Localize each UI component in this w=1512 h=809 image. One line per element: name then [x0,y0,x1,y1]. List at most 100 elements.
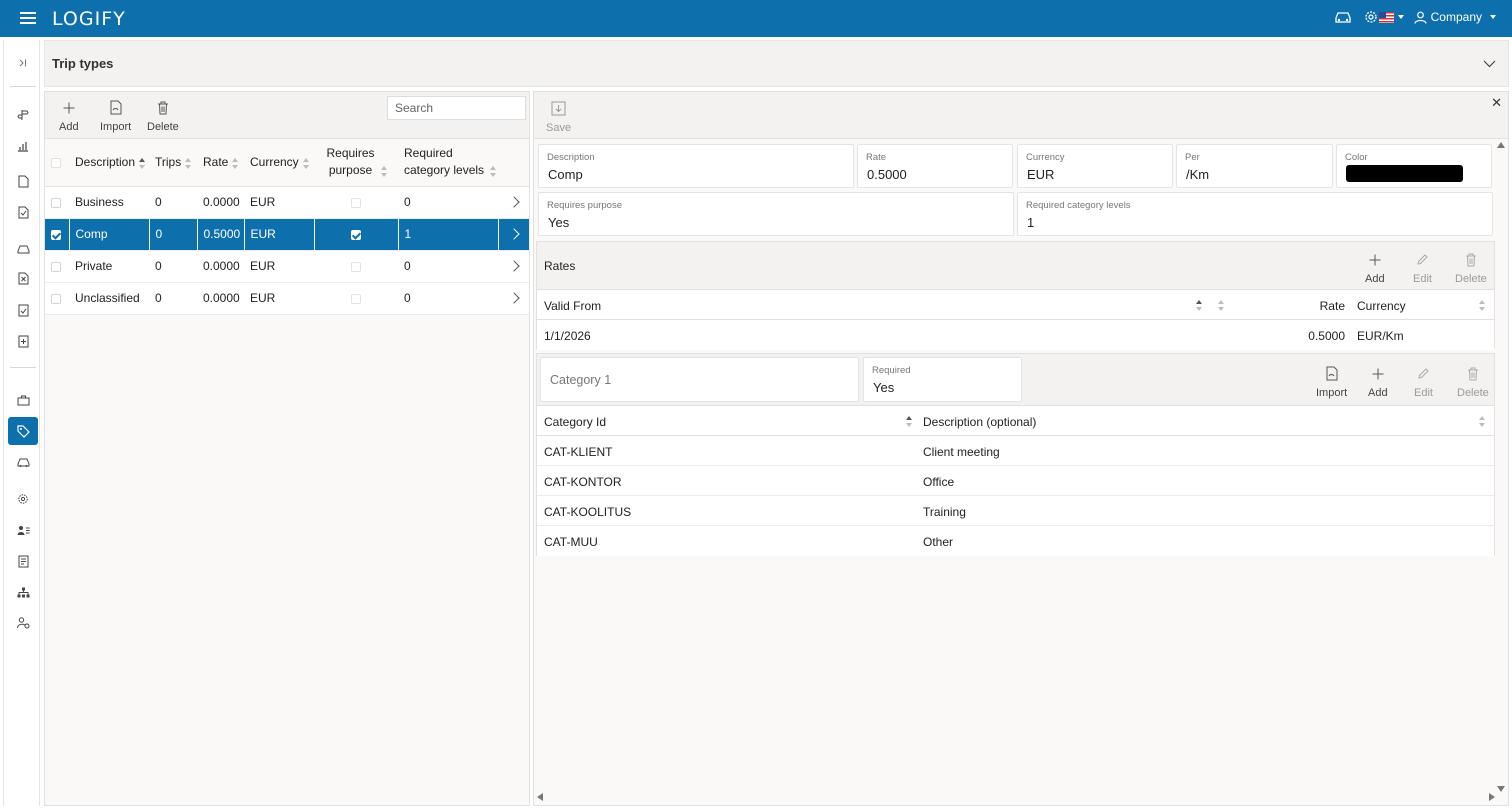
row-checkbox[interactable] [45,218,70,250]
sidebar-document-x-icon[interactable] [8,264,38,292]
column-header-trips[interactable]: Trips [149,139,197,186]
sort-icon[interactable] [1196,300,1203,311]
sidebar-invoice-icon[interactable] [8,547,38,575]
car-icon[interactable] [1333,9,1353,25]
row-rate: 0.0000 [203,195,240,209]
table-row[interactable]: CAT-MUU Other [537,526,1494,556]
horizontal-scrollbar[interactable] [537,792,1495,802]
scroll-right-icon [1489,793,1495,801]
chevron-down-icon[interactable] [1483,57,1496,71]
currency-field[interactable]: Currency EUR [1017,144,1173,188]
save-button[interactable]: Save [546,99,571,134]
add-button[interactable]: Add [59,98,79,133]
sidebar-document-check-icon[interactable] [8,198,38,226]
category-description: Office [923,475,955,489]
column-header-currency[interactable]: Currency [1357,299,1406,313]
table-row[interactable]: Comp 0 0.5000 EUR 1 [45,218,530,250]
sidebar-vehicle-icon[interactable] [8,448,38,476]
table-row[interactable]: CAT-KOOLITUS Training [537,496,1494,526]
color-swatch[interactable] [1346,165,1463,182]
sidebar-hierarchy-icon[interactable] [8,578,38,606]
column-header-rate[interactable]: Rate [1320,299,1345,313]
description-field[interactable]: Description Comp [538,144,854,188]
delete-button[interactable]: Delete [147,98,179,133]
row-description: Unclassified [75,291,140,305]
row-checkbox[interactable] [45,250,69,282]
save-label: Save [546,122,572,134]
color-field[interactable]: Color [1336,144,1492,188]
rate-field[interactable]: Rate 0.5000 [857,144,1013,188]
us-flag-icon [1378,11,1394,23]
chevron-right-icon[interactable] [498,218,530,250]
category-delete-button[interactable]: Delete [1457,364,1489,399]
category-add-button[interactable]: Add [1368,364,1388,399]
sort-icon[interactable] [1479,300,1486,311]
table-row[interactable]: 1/1/2026 0.5000 EUR/Km [537,320,1494,350]
row-checkbox[interactable] [45,282,69,314]
column-header-rate[interactable]: Rate [197,139,244,186]
detail-toolbar: Save ✕ [534,92,1508,139]
table-row[interactable]: CAT-KLIENT Client meeting [537,436,1494,466]
sidebar-settings-icon[interactable] [8,485,38,513]
rates-table-header: Valid From Rate Currency [537,290,1494,320]
rates-edit-button[interactable]: Edit [1413,250,1432,285]
chevron-right-icon[interactable] [498,250,529,282]
row-checkbox[interactable] [45,186,69,218]
search-input[interactable] [387,96,526,120]
table-row[interactable]: CAT-KONTOR Office [537,466,1494,496]
category-name-field[interactable]: Category 1 [540,357,859,402]
app-logo[interactable]: LOGIFY [52,8,126,30]
import-button[interactable]: Import [100,98,131,133]
sidebar-briefcase-icon[interactable] [8,386,38,414]
sidebar-document-approve-icon[interactable] [8,296,38,324]
column-header-valid-from[interactable]: Valid From [544,299,601,313]
column-header-category-id[interactable]: Category Id [544,415,606,429]
sidebar-user-settings-icon[interactable] [8,609,38,637]
chevron-right-icon[interactable] [498,186,529,218]
sidebar-signpost-icon[interactable] [8,101,38,129]
table-row[interactable]: Unclassified 0 0.0000 EUR 0 [45,282,529,314]
category-required-field[interactable]: Required Yes [863,357,1022,402]
chevron-right-icon[interactable] [498,282,529,314]
settings-language-menu[interactable] [1363,9,1404,25]
close-icon[interactable]: ✕ [1491,95,1502,111]
sidebar-collapse-toggle-icon[interactable] [8,49,38,77]
row-requires-purpose-checkbox [314,186,398,218]
sort-icon[interactable] [1479,416,1486,427]
trash-icon [157,98,169,117]
column-header-requires-purpose[interactable]: Requires purpose [314,139,398,186]
column-header-description[interactable]: Description [69,139,149,186]
required-category-levels-field[interactable]: Required category levels 1 [1017,192,1493,236]
column-header-currency[interactable]: Currency [244,139,314,186]
per-field[interactable]: Per /Km [1176,144,1333,188]
table-row[interactable]: Business 0 0.0000 EUR 0 [45,186,529,218]
row-required-levels: 0 [404,291,411,305]
sidebar-users-icon[interactable] [8,516,38,544]
import-label: Import [100,121,132,133]
sort-icon[interactable] [906,416,913,427]
import-document-icon [1326,364,1338,383]
sidebar-chart-icon[interactable] [8,132,38,160]
sort-icon[interactable] [1218,300,1225,311]
page-title: Trip types [52,56,114,71]
sidebar-document-icon[interactable] [8,167,38,195]
category-import-button[interactable]: Import [1316,364,1347,399]
sort-icon [490,165,497,177]
table-row[interactable]: Private 0 0.0000 EUR 0 [45,250,529,282]
column-header-required-levels[interactable]: Required category levels [398,139,498,186]
rates-delete-button[interactable]: Delete [1455,250,1487,285]
row-required-levels: 0 [404,259,411,273]
company-menu[interactable]: Company [1414,10,1496,24]
requires-purpose-field[interactable]: Requires purpose Yes [538,192,1014,236]
sidebar-tag-icon[interactable] [8,417,38,445]
vertical-scrollbar[interactable] [1496,142,1506,792]
category-edit-button[interactable]: Edit [1414,364,1433,399]
select-all-checkbox[interactable] [45,139,69,186]
hamburger-menu-icon[interactable] [20,10,36,26]
sidebar-document-add-icon[interactable] [8,327,38,355]
category-description: Training [923,505,966,519]
rates-add-button[interactable]: Add [1365,250,1385,285]
category-id: CAT-KOOLITUS [544,505,632,519]
sidebar-car-dashboard-icon[interactable] [8,234,38,262]
column-header-description-optional[interactable]: Description (optional) [923,415,1036,429]
